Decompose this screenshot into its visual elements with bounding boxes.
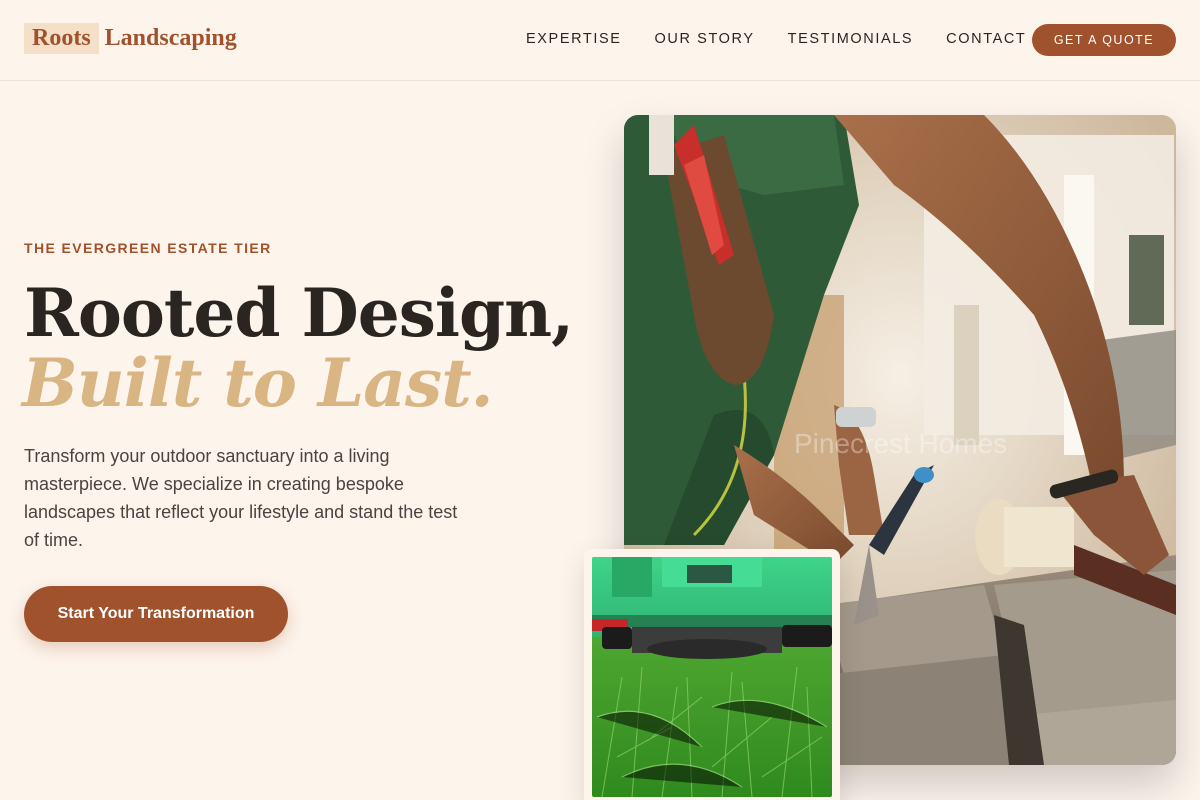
brand-logo[interactable]: Roots Landscaping [24,23,237,54]
nav-link-contact[interactable]: CONTACT [946,31,1026,47]
brand-logo-part1: Roots [24,23,99,54]
main-nav: EXPERTISE OUR STORY TESTIMONIALS CONTACT [526,31,1059,47]
nav-link-expertise[interactable]: EXPERTISE [526,31,622,47]
nav-link-our-story[interactable]: OUR STORY [655,31,755,47]
hero-description: Transform your outdoor sanctuary into a … [24,446,458,550]
nav-link-testimonials[interactable]: TESTIMONIALS [788,31,914,47]
image-watermark-text: Pinecrest Homes [794,428,1007,459]
secondary-photo-card [584,549,840,800]
start-transformation-button[interactable]: Start Your Transformation [24,586,288,642]
site-header: Roots Landscaping EXPERTISE OUR STORY TE… [0,0,1200,81]
lawn-mower-on-grass-photo [592,557,832,797]
get-quote-button[interactable]: GET A QUOTE [1032,24,1176,56]
secondary-photo [592,557,832,797]
hero-eyebrow: THE EVERGREEN ESTATE TIER [24,240,272,256]
brand-logo-part2: Landscaping [104,25,237,51]
hero-headline-line2: Built to Last. [22,344,494,422]
